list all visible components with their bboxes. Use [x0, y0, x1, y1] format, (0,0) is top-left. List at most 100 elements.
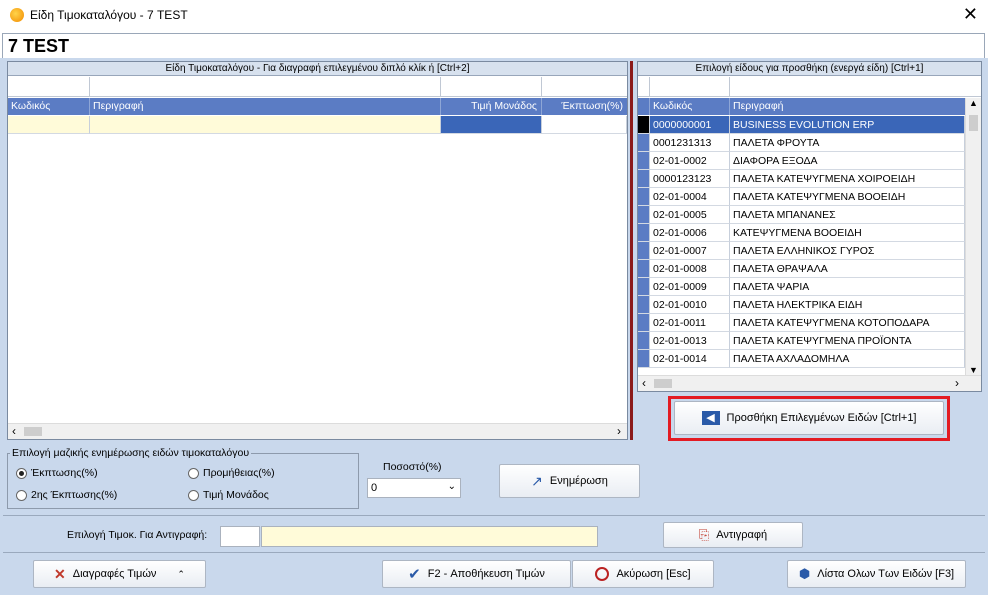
table-row[interactable]: 0000123123 ΠΑΛΕΤΑ ΚΑΤΕΨΥΓΜΕΝΑ ΧΟΙΡΟΕΙΔΗ — [638, 170, 965, 188]
chevron-down-icon[interactable]: ⌄ — [448, 481, 456, 492]
filter-price-input[interactable] — [440, 77, 542, 97]
copy-label: Επιλογή Τιμοκ. Για Αντιγραφή: — [67, 529, 208, 541]
scroll-up-icon[interactable]: ▲ — [969, 98, 978, 108]
table-row[interactable]: 02-01-0010 ΠΑΛΕΤΑ ΗΛΕΚΤΡΙΚΑ ΕΙΔΗ — [638, 296, 965, 314]
radio-second-discount[interactable] — [16, 490, 27, 501]
item-description-cell[interactable]: ΠΑΛΕΤΑ ΚΑΤΕΨΥΓΜΕΝΑ ΠΡΟΪΟΝΤΑ — [730, 332, 965, 350]
right-vertical-scrollbar[interactable]: ▲ ▼ — [965, 98, 981, 375]
item-code-cell[interactable]: 02-01-0008 — [650, 260, 730, 278]
scroll-right-icon[interactable]: › — [617, 424, 621, 438]
radio-discount[interactable] — [16, 468, 27, 479]
close-icon[interactable]: ✕ — [963, 4, 978, 24]
filter-right-code-input[interactable] — [650, 77, 730, 97]
row-indicator — [638, 242, 650, 260]
row-indicator — [638, 116, 650, 134]
row-indicator — [638, 332, 650, 350]
item-code-cell[interactable]: 02-01-0013 — [650, 332, 730, 350]
cancel-icon — [595, 567, 610, 581]
left-horizontal-scrollbar[interactable]: ‹ › — [8, 423, 627, 439]
table-row[interactable]: 02-01-0009 ΠΑΛΕΤΑ ΨΑΡΙΑ — [638, 278, 965, 296]
item-code-cell[interactable]: 02-01-0004 — [650, 188, 730, 206]
table-row[interactable]: 02-01-0008 ΠΑΛΕΤΑ ΘΡΑΨΑΛΑ — [638, 260, 965, 278]
scroll-left-icon[interactable]: ‹ — [12, 424, 16, 438]
item-description-cell[interactable]: ΠΑΛΕΤΑ ΦΡΟΥΤΑ — [730, 134, 965, 152]
right-h-scroll-thumb[interactable] — [654, 379, 672, 388]
cancel-button[interactable]: Ακύρωση [Esc] — [572, 560, 714, 588]
col-code-header[interactable]: Κωδικός — [8, 98, 90, 115]
radio-commission-label[interactable]: Προμήθειας(%) — [203, 467, 275, 479]
update-label: Ενημέρωση — [549, 475, 608, 487]
percent-select[interactable]: 0 ⌄ — [367, 478, 461, 498]
panel-splitter[interactable] — [630, 61, 633, 440]
table-row[interactable]: 02-01-0006 ΚΑΤΕΨΥΓΜΕΝΑ ΒΟΟΕΙΔΗ — [638, 224, 965, 242]
item-code-cell[interactable]: 0001231313 — [650, 134, 730, 152]
item-description-cell[interactable]: ΠΑΛΕΤΑ ΚΑΤΕΨΥΓΜΕΝΑ ΚΟΤΟΠΟΔΑΡΑ — [730, 314, 965, 332]
item-code-cell[interactable]: 02-01-0006 — [650, 224, 730, 242]
table-row[interactable]: 02-01-0014 ΠΑΛΕΤΑ ΑΧΛΑΔΟΜΗΛΑ — [638, 350, 965, 368]
row-indicator — [638, 260, 650, 278]
col-discount-header[interactable]: Έκπτωση(%) — [542, 98, 627, 115]
item-description-cell[interactable]: ΠΑΛΕΤΑ ΗΛΕΚΤΡΙΚΑ ΕΙΔΗ — [730, 296, 965, 314]
radio-unit-price-label[interactable]: Τιμή Μονάδος — [203, 489, 269, 501]
new-entry-row[interactable] — [8, 116, 627, 134]
col-description-header[interactable]: Περιγραφή — [90, 98, 441, 115]
item-code-cell[interactable]: 02-01-0007 — [650, 242, 730, 260]
item-description-cell[interactable]: ΠΑΛΕΤΑ ΨΑΡΙΑ — [730, 278, 965, 296]
left-scroll-thumb[interactable] — [24, 427, 42, 436]
table-row[interactable]: 0001231313 ΠΑΛΕΤΑ ΦΡΟΥΤΑ — [638, 134, 965, 152]
scroll-down-icon[interactable]: ▼ — [969, 365, 978, 375]
item-code-cell[interactable]: 02-01-0011 — [650, 314, 730, 332]
filter-code-input[interactable] — [8, 77, 90, 97]
new-discount-cell[interactable] — [542, 116, 627, 134]
new-code-cell[interactable] — [8, 116, 90, 134]
filter-indicator — [638, 77, 650, 97]
right-horizontal-scrollbar[interactable]: ‹ › — [638, 375, 981, 391]
radio-discount-label[interactable]: Έκπτωσης(%) — [31, 467, 98, 479]
radio-unit-price[interactable] — [188, 490, 199, 501]
new-price-cell[interactable] — [441, 116, 542, 134]
radio-commission[interactable] — [188, 468, 199, 479]
item-code-cell[interactable]: 02-01-0002 — [650, 152, 730, 170]
item-description-cell[interactable]: ΠΑΛΕΤΑ ΜΠΑΝΑΝΕΣ — [730, 206, 965, 224]
item-description-cell[interactable]: ΠΑΛΕΤΑ ΕΛΛΗΝΙΚΟΣ ΓΥΡΟΣ — [730, 242, 965, 260]
item-code-cell[interactable]: 02-01-0014 — [650, 350, 730, 368]
table-row[interactable]: 02-01-0011 ΠΑΛΕΤΑ ΚΑΤΕΨΥΓΜΕΝΑ ΚΟΤΟΠΟΔΑΡΑ — [638, 314, 965, 332]
scroll-left-icon[interactable]: ‹ — [642, 376, 646, 390]
save-prices-button[interactable]: ✔ F2 - Αποθήκευση Τιμών — [382, 560, 571, 588]
list-all-items-button[interactable]: ⬢ Λίστα Ολων Των Ειδών [F3] — [787, 560, 966, 588]
item-code-cell[interactable]: 02-01-0005 — [650, 206, 730, 224]
radio-second-discount-label[interactable]: 2ης Έκπτωσης(%) — [31, 489, 117, 501]
right-scroll-thumb[interactable] — [969, 115, 978, 131]
item-description-cell[interactable]: ΠΑΛΕΤΑ ΚΑΤΕΨΥΓΜΕΝΑ ΧΟΙΡΟΕΙΔΗ — [730, 170, 965, 188]
item-description-cell[interactable]: ΚΑΤΕΨΥΓΜΕΝΑ ΒΟΟΕΙΔΗ — [730, 224, 965, 242]
update-button[interactable]: ↗ Ενημέρωση — [499, 464, 640, 498]
add-selected-items-button[interactable]: ◀ Προσθήκη Επιλεγμένων Ειδών [Ctrl+1] — [674, 401, 944, 435]
table-row[interactable]: 02-01-0007 ΠΑΛΕΤΑ ΕΛΛΗΝΙΚΟΣ ΓΥΡΟΣ — [638, 242, 965, 260]
item-description-cell[interactable]: BUSINESS EVOLUTION ERP — [730, 116, 965, 134]
item-description-cell[interactable]: ΠΑΛΕΤΑ ΚΑΤΕΨΥΓΜΕΝΑ ΒΟΟΕΙΔΗ — [730, 188, 965, 206]
item-code-cell[interactable]: 02-01-0009 — [650, 278, 730, 296]
right-col-description-header[interactable]: Περιγραφή — [730, 98, 965, 115]
right-col-code-header[interactable]: Κωδικός — [650, 98, 730, 115]
item-description-cell[interactable]: ΠΑΛΕΤΑ ΑΧΛΑΔΟΜΗΛΑ — [730, 350, 965, 368]
table-row[interactable]: 0000000001 BUSINESS EVOLUTION ERP — [638, 116, 965, 134]
col-unit-price-header[interactable]: Τιμή Μονάδος — [441, 98, 542, 115]
table-row[interactable]: 02-01-0013 ΠΑΛΕΤΑ ΚΑΤΕΨΥΓΜΕΝΑ ΠΡΟΪΟΝΤΑ — [638, 332, 965, 350]
item-description-cell[interactable]: ΠΑΛΕΤΑ ΘΡΑΨΑΛΑ — [730, 260, 965, 278]
scroll-right-icon[interactable]: › — [955, 376, 959, 390]
row-indicator — [638, 134, 650, 152]
table-row[interactable]: 02-01-0002 ΔΙΑΦΟΡΑ ΕΞΟΔΑ — [638, 152, 965, 170]
copy-code-input[interactable] — [220, 526, 260, 547]
table-row[interactable]: 02-01-0004 ΠΑΛΕΤΑ ΚΑΤΕΨΥΓΜΕΝΑ ΒΟΟΕΙΔΗ — [638, 188, 965, 206]
row-indicator — [638, 206, 650, 224]
delete-prices-button[interactable]: ✕ Διαγραφές Τιμών ⌃ — [33, 560, 206, 588]
item-description-cell[interactable]: ΔΙΑΦΟΡΑ ΕΞΟΔΑ — [730, 152, 965, 170]
item-code-cell[interactable]: 02-01-0010 — [650, 296, 730, 314]
item-code-cell[interactable]: 0000123123 — [650, 170, 730, 188]
table-row[interactable]: 02-01-0005 ΠΑΛΕΤΑ ΜΠΑΝΑΝΕΣ — [638, 206, 965, 224]
copy-button[interactable]: ⎘ Αντιγραφή — [663, 522, 803, 548]
list-all-items-label: Λίστα Ολων Των Ειδών [F3] — [817, 568, 955, 580]
row-indicator-header — [638, 98, 650, 115]
new-description-cell[interactable] — [90, 116, 441, 134]
item-code-cell[interactable]: 0000000001 — [650, 116, 730, 134]
